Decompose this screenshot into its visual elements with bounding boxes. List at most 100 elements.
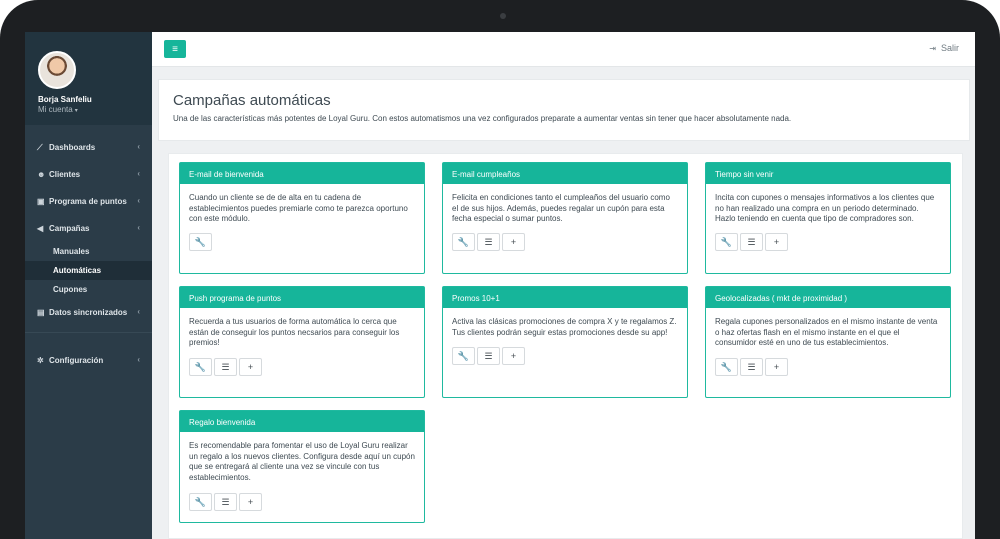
campaign-card: Promos 10+1 Activa las clásicas promocio… (442, 286, 688, 398)
sidebar-item-datos-sincronizados[interactable]: ▤ Datos sincronizados ‹ (25, 299, 152, 326)
sidebar-item-programa-puntos[interactable]: ▣ Programa de puntos ‹ (25, 188, 152, 215)
list-icon: ☰ (747, 236, 756, 247)
sidebar: Borja Sanfeliu Mi cuenta ▾ ⟋ Dashboards ‹… (25, 32, 152, 539)
card-title: E-mail cumpleaños (443, 163, 687, 184)
logout-label: Salir (940, 43, 959, 53)
plus-icon: + (247, 497, 254, 507)
card-actions: 🔧 ☰ + (715, 233, 788, 251)
list-button[interactable]: ☰ (214, 493, 237, 511)
card-actions: 🔧 ☰ + (189, 493, 262, 511)
list-button[interactable]: ☰ (214, 358, 237, 376)
chevron-left-icon: ‹ (137, 307, 140, 316)
list-button[interactable]: ☰ (477, 347, 500, 365)
campaign-card: Tiempo sin venir Incita con cupones o me… (705, 162, 951, 274)
campaign-card: E-mail cumpleaños Felicita en condicione… (442, 162, 688, 274)
add-button[interactable]: + (765, 233, 788, 251)
sidebar-divider (25, 332, 152, 333)
plus-icon: + (247, 362, 254, 372)
chevron-left-icon: ‹ (137, 355, 140, 364)
page-description: Una de las características más potentes … (173, 114, 792, 123)
card-title: E-mail de bienvenida (180, 163, 424, 184)
sidebar-item-label: Programa de puntos (49, 197, 127, 206)
sidebar-item-configuracion[interactable]: ✲ Configuración ‹ (25, 347, 152, 374)
add-button[interactable]: + (502, 347, 525, 365)
card-actions: 🔧 ☰ + (715, 358, 788, 376)
list-icon: ☰ (484, 350, 493, 361)
card-description: Recuerda a tus usuarios de forma automát… (189, 317, 400, 347)
list-button[interactable]: ☰ (740, 233, 763, 251)
card-title: Geolocalizadas ( mkt de proximidad ) (706, 287, 950, 308)
plus-icon: + (773, 237, 780, 247)
logout-button[interactable]: ⇥ Salir (929, 43, 959, 53)
add-button[interactable]: + (239, 493, 262, 511)
campaign-card: Push programa de puntos Recuerda a tus u… (179, 286, 425, 398)
campaign-cards-panel: E-mail de bienvenida Cuando un cliente s… (168, 153, 963, 539)
campaign-card: Regalo bienvenida Es recomendable para f… (179, 410, 425, 523)
configure-button[interactable]: 🔧 (189, 233, 212, 251)
configure-button[interactable]: 🔧 (452, 347, 475, 365)
camera-dot (500, 13, 506, 19)
wrench-icon: 🔧 (457, 350, 470, 361)
plus-icon: + (510, 351, 517, 361)
avatar[interactable] (38, 51, 76, 89)
list-icon: ☰ (747, 361, 756, 372)
account-menu[interactable]: Mi cuenta ▾ (38, 105, 78, 114)
plus-icon: + (773, 362, 780, 372)
profile-panel: Borja Sanfeliu Mi cuenta ▾ (25, 32, 152, 125)
sidebar-item-campanas[interactable]: ◀ Campañas ‹ (25, 215, 152, 242)
wrench-icon: 🔧 (720, 361, 733, 372)
list-icon: ☰ (221, 361, 230, 372)
sidebar-item-label: Dashboards (49, 143, 96, 152)
card-title: Promos 10+1 (443, 287, 687, 308)
configure-button[interactable]: 🔧 (715, 233, 738, 251)
card-actions: 🔧 ☰ + (452, 347, 525, 365)
chevron-left-icon: ‹ (137, 169, 140, 178)
sidebar-subitem-manuales[interactable]: Manuales (25, 242, 152, 261)
sidebar-item-label: Clientes (49, 170, 81, 179)
sidebar-item-label: Campañas (49, 224, 90, 233)
card-title: Regalo bienvenida (180, 411, 424, 432)
campaign-card: E-mail de bienvenida Cuando un cliente s… (179, 162, 425, 274)
hamburger-icon: ≡ (172, 43, 178, 55)
sidebar-item-dashboards[interactable]: ⟋ Dashboards ‹ (25, 134, 152, 161)
sidebar-item-clientes[interactable]: ☻ Clientes ‹ (25, 161, 152, 188)
chevron-left-icon: ‹ (137, 196, 140, 205)
card-description: Felicita en condiciones tanto el cumplea… (452, 193, 670, 223)
configure-button[interactable]: 🔧 (189, 493, 212, 511)
account-label: Mi cuenta (38, 105, 73, 114)
campaign-card: Geolocalizadas ( mkt de proximidad ) Reg… (705, 286, 951, 398)
wrench-icon: 🔧 (720, 236, 733, 247)
chevron-left-icon: ‹ (137, 223, 140, 232)
sign-out-icon: ⇥ (929, 44, 936, 53)
gift-icon: ▣ (37, 197, 45, 206)
card-actions: 🔧 ☰ + (452, 233, 525, 251)
card-description: Cuando un cliente se de de alta en tu ca… (189, 193, 408, 223)
users-icon: ☻ (37, 170, 46, 179)
card-actions: 🔧 ☰ + (189, 358, 262, 376)
sidebar-nav: ⟋ Dashboards ‹ ☻ Clientes ‹ ▣ Programa d… (25, 134, 152, 374)
card-description: Es recomendable para fomentar el uso de … (189, 441, 415, 482)
wrench-icon: 🔧 (457, 236, 470, 247)
card-title: Push programa de puntos (180, 287, 424, 308)
page-title: Campañas automáticas (173, 92, 331, 109)
list-button[interactable]: ☰ (740, 358, 763, 376)
configure-button[interactable]: 🔧 (452, 233, 475, 251)
gear-icon: ✲ (37, 356, 44, 365)
caret-down-icon: ▾ (74, 108, 78, 114)
configure-button[interactable]: 🔧 (189, 358, 212, 376)
configure-button[interactable]: 🔧 (715, 358, 738, 376)
chevron-left-icon: ‹ (137, 142, 140, 151)
megaphone-icon: ◀ (37, 224, 44, 233)
wrench-icon: 🔧 (194, 496, 207, 507)
page-header: Campañas automáticas Una de las caracter… (158, 79, 970, 141)
wrench-icon: 🔧 (194, 361, 207, 372)
sidebar-subitem-cupones[interactable]: Cupones (25, 280, 152, 299)
add-button[interactable]: + (239, 358, 262, 376)
add-button[interactable]: + (765, 358, 788, 376)
sidebar-item-label: Datos sincronizados (49, 308, 128, 317)
add-button[interactable]: + (502, 233, 525, 251)
menu-toggle-button[interactable]: ≡ (164, 40, 186, 58)
plus-icon: + (510, 237, 517, 247)
sidebar-subitem-automaticas[interactable]: Automáticas (25, 261, 152, 280)
list-button[interactable]: ☰ (477, 233, 500, 251)
